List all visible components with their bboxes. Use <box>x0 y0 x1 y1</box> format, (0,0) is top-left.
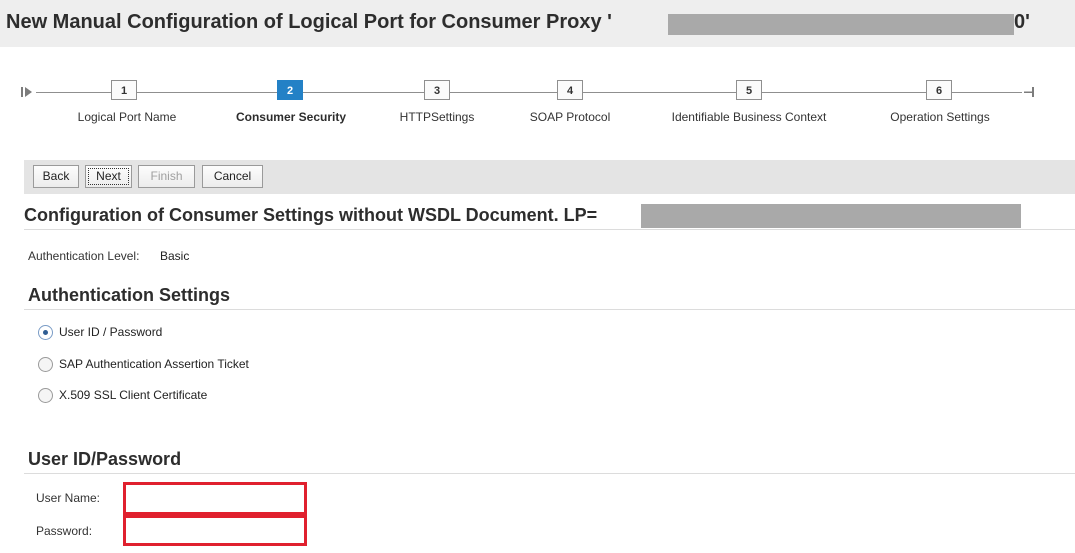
page-title: New Manual Configuration of Logical Port… <box>6 11 612 34</box>
radio-x509-certificate[interactable]: X.509 SSL Client Certificate <box>38 386 338 404</box>
roadmap-line <box>36 92 1022 93</box>
radio-user-password[interactable]: User ID / Password <box>38 323 338 341</box>
config-divider <box>24 229 1075 230</box>
roadmap-start-icon <box>21 87 32 97</box>
redacted-logical-port <box>641 204 1021 228</box>
step-2-number[interactable]: 2 <box>277 80 303 100</box>
user-password-heading: User ID/Password <box>28 449 182 469</box>
password-input[interactable] <box>123 515 307 546</box>
radio-sap-assertion-ticket-label[interactable]: SAP Authentication Assertion Ticket <box>59 357 249 371</box>
step-3-number[interactable]: 3 <box>424 80 450 100</box>
config-heading: Configuration of Consumer Settings witho… <box>24 205 598 225</box>
radio-user-password-label[interactable]: User ID / Password <box>59 325 162 339</box>
redacted-proxy-name <box>668 14 1014 35</box>
step-3-label[interactable]: HTTPSettings <box>400 110 475 124</box>
authentication-level-value: Basic <box>160 249 190 263</box>
step-6-label[interactable]: Operation Settings <box>890 110 989 124</box>
page-title-text: New Manual Configuration of Logical Port… <box>6 11 612 33</box>
step-1-label[interactable]: Logical Port Name <box>78 110 177 124</box>
user-password-divider <box>24 473 1075 474</box>
page-title-end: 0' <box>1014 11 1030 33</box>
finish-button: Finish <box>138 165 195 188</box>
password-label: Password: <box>36 524 93 538</box>
step-5-label[interactable]: Identifiable Business Context <box>672 110 827 124</box>
roadmap-end-icon <box>1024 87 1034 97</box>
authentication-settings-heading: Authentication Settings <box>28 285 230 305</box>
step-1-number[interactable]: 1 <box>111 80 137 100</box>
cancel-button[interactable]: Cancel <box>202 165 263 188</box>
step-4-label[interactable]: SOAP Protocol <box>530 110 610 124</box>
radio-x509-certificate-label[interactable]: X.509 SSL Client Certificate <box>59 388 207 402</box>
next-button[interactable]: Next <box>85 165 132 188</box>
radio-unchecked-icon[interactable] <box>38 388 53 403</box>
step-6-number[interactable]: 6 <box>926 80 952 100</box>
back-button[interactable]: Back <box>33 165 79 188</box>
step-2-label[interactable]: Consumer Security <box>236 110 346 124</box>
step-5-number[interactable]: 5 <box>736 80 762 100</box>
authentication-level-label: Authentication Level: <box>28 249 140 263</box>
user-name-input[interactable] <box>123 482 307 515</box>
radio-sap-assertion-ticket[interactable]: SAP Authentication Assertion Ticket <box>38 355 338 373</box>
step-4-number[interactable]: 4 <box>557 80 583 100</box>
radio-checked-icon[interactable] <box>38 325 53 340</box>
authentication-settings-divider <box>24 309 1075 310</box>
radio-unchecked-icon[interactable] <box>38 357 53 372</box>
user-name-label: User Name: <box>36 491 101 505</box>
